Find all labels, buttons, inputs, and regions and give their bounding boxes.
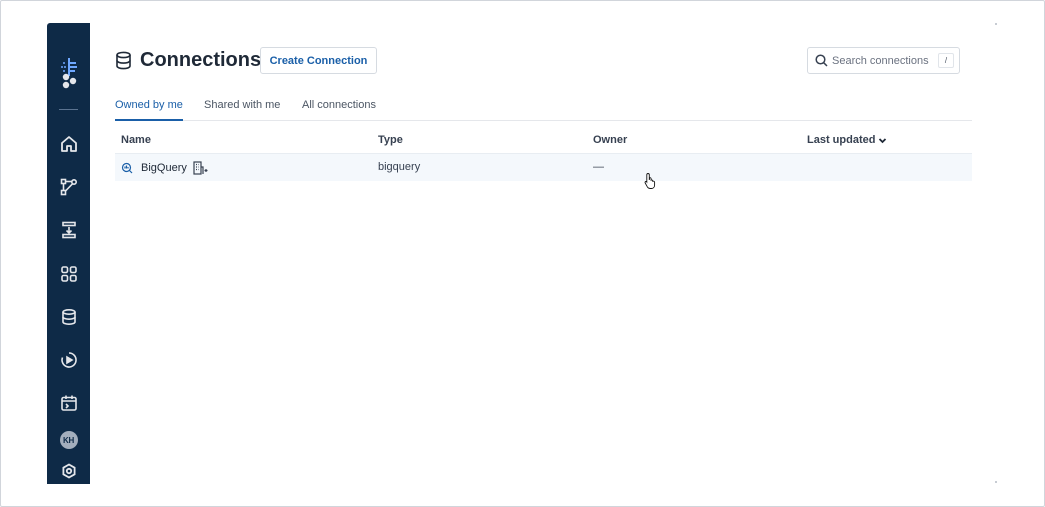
search-input[interactable] — [832, 53, 936, 69]
database-icon[interactable] — [47, 301, 90, 333]
table-row[interactable]: BigQuery bigquery — — [115, 153, 972, 181]
tab-all-connections[interactable]: All connections — [302, 99, 376, 121]
sidebar-divider — [59, 109, 78, 110]
play-circle-icon[interactable] — [47, 344, 90, 376]
avatar-initials: KH — [59, 431, 78, 449]
search-box[interactable]: / — [807, 47, 960, 74]
bigquery-icon — [121, 162, 133, 174]
settings-icon[interactable] — [47, 455, 90, 487]
tab-owned-by-me[interactable]: Owned by me — [115, 99, 183, 121]
create-connection-button[interactable]: Create Connection — [260, 47, 377, 74]
user-avatar[interactable]: KH — [47, 424, 90, 456]
tab-bar: Owned by me Shared with me All connectio… — [115, 99, 972, 121]
database-icon — [115, 51, 132, 75]
apps-icon[interactable] — [47, 258, 90, 290]
column-header-last-updated-label: Last updated — [807, 134, 876, 146]
column-header-name[interactable]: Name — [121, 134, 151, 146]
connection-type: bigquery — [378, 161, 421, 173]
sidebar: KH — [47, 23, 90, 484]
transform-icon[interactable] — [47, 214, 90, 246]
column-header-owner[interactable]: Owner — [593, 134, 627, 146]
pipeline-icon[interactable] — [47, 171, 90, 203]
search-shortcut-hint: / — [938, 53, 954, 68]
chevron-down-icon — [878, 136, 887, 145]
corner-mark — [995, 23, 997, 25]
corner-mark — [995, 481, 997, 483]
connection-owner: — — [593, 161, 604, 173]
search-icon — [815, 54, 828, 72]
nodes-icon[interactable] — [47, 65, 90, 97]
page-title: Connections — [140, 49, 262, 71]
calendar-icon[interactable] — [47, 387, 90, 419]
home-icon[interactable] — [47, 128, 90, 160]
window-frame — [0, 0, 1045, 507]
connection-name[interactable]: BigQuery — [141, 162, 187, 174]
tab-shared-with-me[interactable]: Shared with me — [204, 99, 280, 121]
column-header-last-updated[interactable]: Last updated — [807, 134, 887, 146]
connection-name-cell[interactable]: BigQuery — [121, 161, 208, 175]
shared-building-icon — [193, 161, 208, 175]
hand-pointer-cursor-icon — [644, 172, 658, 195]
column-header-type[interactable]: Type — [378, 134, 403, 146]
